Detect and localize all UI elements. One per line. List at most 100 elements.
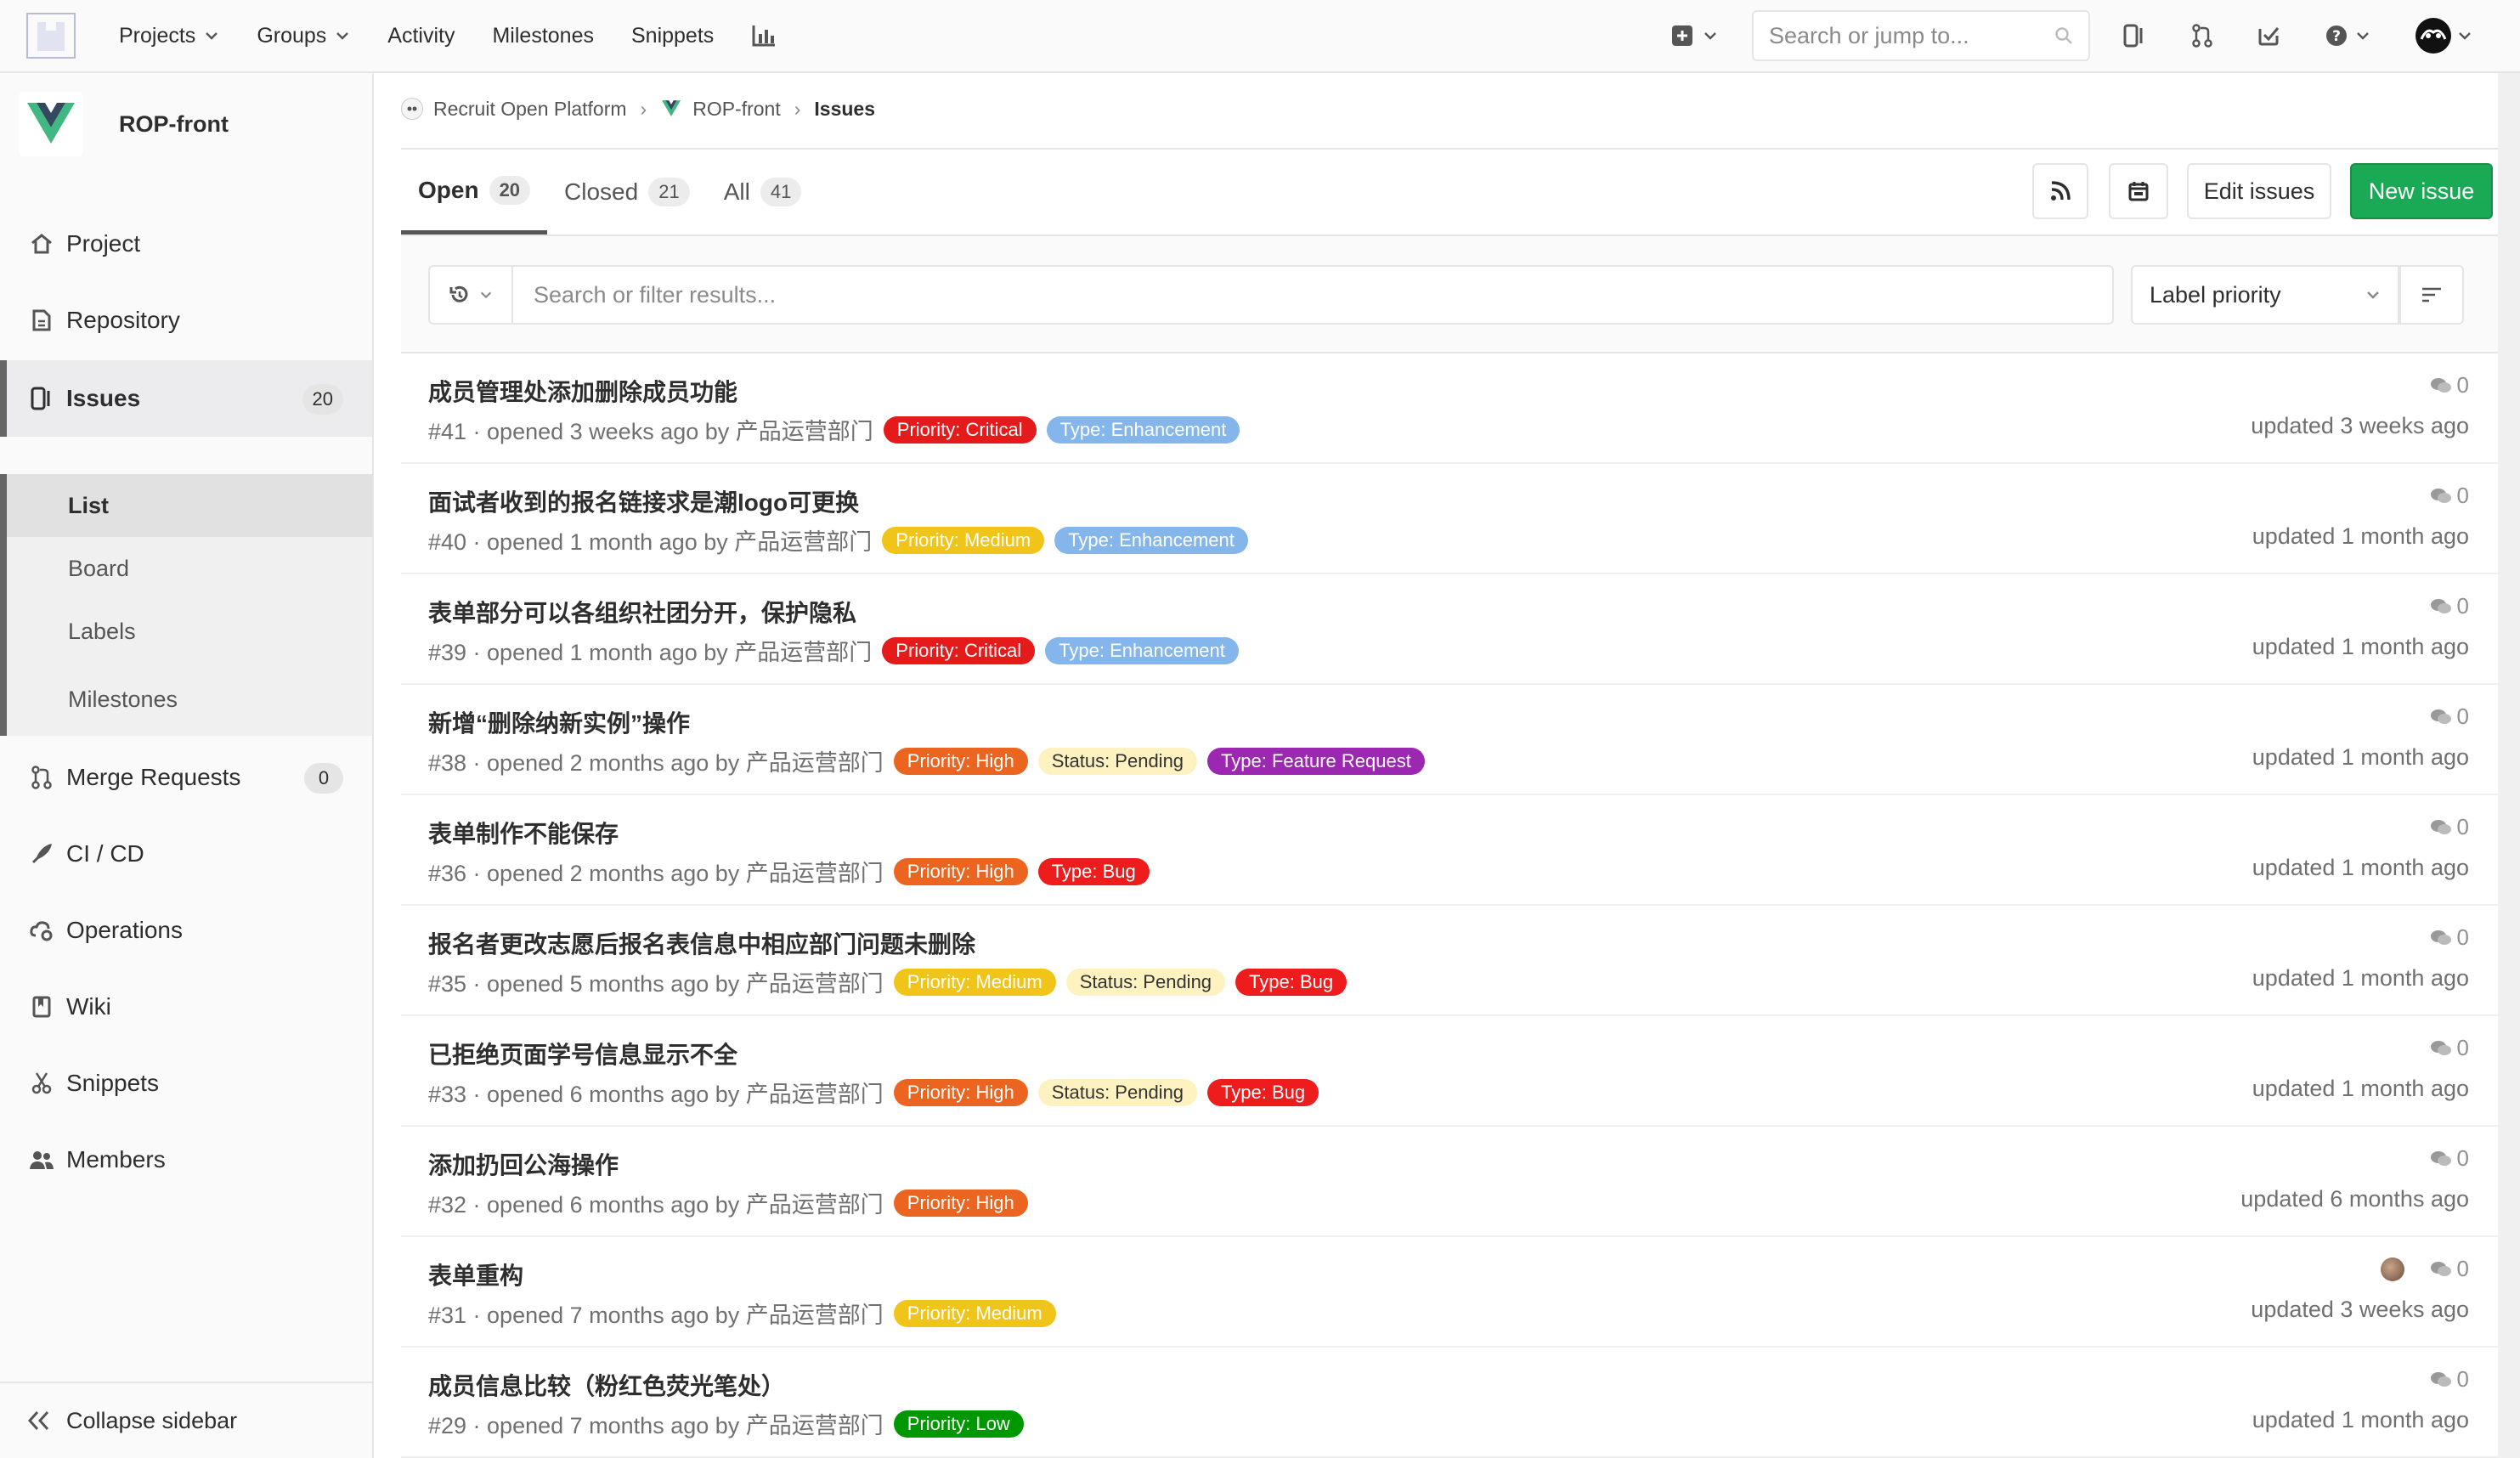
- issue-label-badge[interactable]: Priority: Medium: [893, 968, 1056, 996]
- issue-label-badge[interactable]: Priority: High: [893, 747, 1028, 775]
- issue-title-link[interactable]: 表单重构: [428, 1257, 523, 1291]
- issues-nav-icon[interactable]: [2117, 19, 2151, 53]
- issue-comments[interactable]: 0: [2430, 372, 2469, 398]
- issue-row[interactable]: 表单重构 #31 · opened 7 months ago by 产品运营部门 P…: [401, 1237, 2498, 1348]
- issue-label-badge[interactable]: Status: Pending: [1037, 747, 1198, 775]
- project-header[interactable]: ROP-front: [19, 92, 229, 156]
- issue-label-badge[interactable]: Priority: High: [893, 857, 1028, 885]
- nav-groups[interactable]: Groups: [257, 24, 350, 48]
- issue-label-badge[interactable]: Status: Pending: [1065, 968, 1226, 996]
- issue-title-link[interactable]: 成员信息比较（粉红色荧光笔处）: [428, 1368, 785, 1402]
- nav-milestones[interactable]: Milestones: [492, 24, 594, 48]
- issue-label-badge[interactable]: Status: Pending: [1037, 1078, 1198, 1106]
- sidebar-item-operations[interactable]: Operations: [0, 892, 372, 969]
- edit-issues-button[interactable]: Edit issues: [2187, 163, 2331, 219]
- issue-label-badge[interactable]: Type: Bug: [1037, 857, 1150, 885]
- sidebar-subitem-list[interactable]: List: [0, 474, 372, 537]
- issue-label-badge[interactable]: Priority: High: [893, 1189, 1028, 1217]
- new-dropdown[interactable]: [1667, 19, 1721, 53]
- new-issue-button[interactable]: New issue: [2350, 163, 2493, 219]
- issue-row[interactable]: 成员信息比较（粉红色荧光笔处） #29 · opened 7 months ago…: [401, 1348, 2498, 1458]
- issue-comments[interactable]: 0: [2430, 1035, 2469, 1061]
- issue-title-link[interactable]: 表单制作不能保存: [428, 816, 619, 850]
- nav-activity[interactable]: Activity: [387, 24, 455, 48]
- issue-row[interactable]: 添加扔回公海操作 #32 · opened 6 months ago by 产品运…: [401, 1127, 2498, 1237]
- gitlab-logo[interactable]: [25, 12, 76, 59]
- calendar-feed-button[interactable]: [2109, 163, 2168, 219]
- issue-row[interactable]: 表单部分可以各组织社团分开，保护隐私 #39 · opened 1 month a…: [401, 574, 2498, 685]
- assignee-avatar[interactable]: [2380, 1257, 2404, 1281]
- sort-direction-button[interactable]: [2399, 265, 2464, 325]
- tab-open[interactable]: Open 20: [401, 150, 548, 235]
- sidebar-item-project[interactable]: Project: [0, 206, 372, 282]
- sidebar-item-issues[interactable]: Issues 20: [0, 360, 372, 437]
- filter-bar: Search or filter results... Label priori…: [401, 236, 2498, 353]
- todo-nav-icon[interactable]: [2252, 19, 2286, 53]
- sidebar-item-members[interactable]: Members: [0, 1122, 372, 1198]
- nav-projects[interactable]: Projects: [119, 24, 219, 48]
- chart-icon[interactable]: [751, 24, 777, 48]
- issue-title-link[interactable]: 面试者收到的报名链接求是潮logo可更换: [428, 484, 859, 518]
- issue-label-badge[interactable]: Priority: Medium: [893, 1299, 1056, 1327]
- issue-comments[interactable]: 0: [2430, 1366, 2469, 1393]
- merge-request-nav-icon[interactable]: [2185, 19, 2219, 53]
- issue-title-link[interactable]: 表单部分可以各组织社团分开，保护隐私: [428, 595, 856, 629]
- issue-label-badge[interactable]: Priority: Critical: [883, 415, 1037, 444]
- issue-title-link[interactable]: 已拒绝页面学号信息显示不全: [428, 1037, 737, 1071]
- sidebar-item-merge-requests[interactable]: Merge Requests 0: [0, 739, 372, 816]
- issue-label-badge[interactable]: Priority: Medium: [882, 526, 1045, 554]
- issue-label-badge[interactable]: Type: Bug: [1235, 968, 1348, 996]
- issue-row[interactable]: 报名者更改志愿后报名表信息中相应部门问题未删除 #35 · opened 5 mo…: [401, 906, 2498, 1016]
- issue-row[interactable]: 成员管理处添加删除成员功能 #41 · opened 3 weeks ago by…: [401, 353, 2498, 464]
- issue-row[interactable]: 面试者收到的报名链接求是潮logo可更换 #40 · opened 1 month…: [401, 464, 2498, 574]
- issue-title-link[interactable]: 报名者更改志愿后报名表信息中相应部门问题未删除: [428, 926, 975, 960]
- comments-icon: [2430, 1150, 2451, 1166]
- issue-label-badge[interactable]: Priority: Critical: [882, 636, 1036, 664]
- sort-dropdown[interactable]: Label priority: [2131, 265, 2399, 325]
- breadcrumb-current[interactable]: Issues: [814, 98, 875, 121]
- page-scrollbar[interactable]: [2498, 73, 2520, 1458]
- issue-title-link[interactable]: 成员管理处添加删除成员功能: [428, 374, 737, 408]
- sidebar-item-wiki[interactable]: Wiki: [0, 969, 372, 1045]
- sidebar-subitem-labels[interactable]: Labels: [0, 600, 372, 663]
- recent-searches-dropdown[interactable]: [428, 265, 511, 325]
- issue-label-badge[interactable]: Type: Feature Request: [1207, 747, 1425, 775]
- issue-label-badge[interactable]: Priority: Low: [893, 1410, 1024, 1438]
- issue-comments[interactable]: 0: [2430, 593, 2469, 619]
- nav-snippets[interactable]: Snippets: [631, 24, 714, 48]
- sidebar-subitem-board[interactable]: Board: [0, 537, 372, 600]
- issues-filter-input[interactable]: Search or filter results...: [511, 265, 2114, 325]
- sidebar-item-snippets[interactable]: Snippets: [0, 1045, 372, 1122]
- tab-closed[interactable]: Closed 21: [547, 150, 707, 235]
- sidebar-item-repository[interactable]: Repository: [0, 282, 372, 359]
- issue-title-link[interactable]: 新增“删除纳新实例”操作: [428, 705, 690, 739]
- issue-title-link[interactable]: 添加扔回公海操作: [428, 1147, 619, 1181]
- sidebar-item-ci-cd[interactable]: CI / CD: [0, 816, 372, 892]
- issue-label-badge[interactable]: Type: Enhancement: [1046, 415, 1240, 444]
- sidebar-subitem-milestones[interactable]: Milestones: [0, 663, 372, 736]
- issue-updated-time: updated 3 weeks ago: [2251, 1297, 2469, 1322]
- collapse-sidebar-button[interactable]: Collapse sidebar: [0, 1382, 372, 1458]
- issue-row[interactable]: 新增“删除纳新实例”操作 #38 · opened 2 months ago by…: [401, 685, 2498, 795]
- issue-meta-text: #32 · opened 6 months ago by 产品运营部门: [428, 1192, 884, 1218]
- breadcrumb-group-link[interactable]: Recruit Open Platform: [433, 98, 627, 121]
- issue-row[interactable]: 已拒绝页面学号信息显示不全 #33 · opened 6 months ago b…: [401, 1016, 2498, 1127]
- help-dropdown[interactable]: ?: [2318, 19, 2377, 53]
- issue-comments[interactable]: 0: [2430, 1145, 2469, 1172]
- issue-label-badge[interactable]: Type: Enhancement: [1045, 636, 1239, 664]
- issue-row[interactable]: 表单制作不能保存 #36 · opened 2 months ago by 产品运…: [401, 795, 2498, 906]
- issue-comments[interactable]: 0: [2430, 483, 2469, 509]
- issue-label-badge[interactable]: Type: Enhancement: [1054, 526, 1248, 554]
- rss-button[interactable]: [2032, 163, 2088, 219]
- issue-comments[interactable]: 0: [2430, 704, 2469, 730]
- issue-comments[interactable]: 0: [2430, 924, 2469, 951]
- breadcrumb-project-link[interactable]: ROP-front: [692, 98, 781, 121]
- issue-comments[interactable]: 0: [2430, 814, 2469, 840]
- issue-comments[interactable]: 0: [2380, 1256, 2469, 1282]
- user-menu[interactable]: [2410, 18, 2478, 54]
- issue-label-badge[interactable]: Type: Bug: [1207, 1078, 1319, 1106]
- issue-label-badge[interactable]: Priority: High: [893, 1078, 1028, 1106]
- nav-activity-label: Activity: [387, 23, 455, 48]
- global-search-input[interactable]: Search or jump to...: [1752, 10, 2090, 61]
- tab-all[interactable]: All 41: [707, 150, 819, 235]
